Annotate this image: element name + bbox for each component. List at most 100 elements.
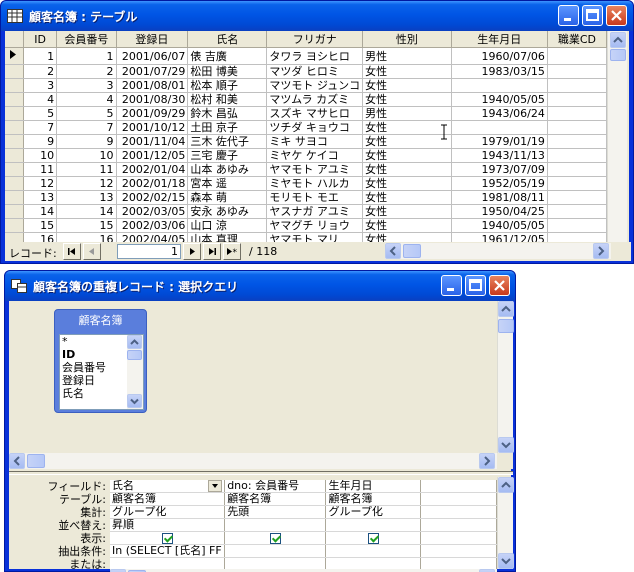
show-checkbox[interactable] xyxy=(161,532,173,544)
grid-cell-criteria[interactable] xyxy=(224,544,327,558)
table-cell[interactable]: 5 xyxy=(56,106,117,121)
table-cell[interactable]: 1950/04/25 xyxy=(451,204,548,219)
table-cell[interactable]: ヤスナガ アユミ xyxy=(266,204,364,219)
grid-cell-sort[interactable] xyxy=(325,518,422,532)
grid-cell-sort[interactable] xyxy=(224,518,327,532)
table-cell[interactable]: 女性 xyxy=(362,162,452,177)
grid-cell-show[interactable] xyxy=(110,531,226,545)
table-cell[interactable]: 松村 和美 xyxy=(187,92,268,107)
table-cell[interactable]: 1960/07/06 xyxy=(451,47,548,65)
table-cell[interactable]: 1 xyxy=(23,47,58,65)
table-cell[interactable]: 13 xyxy=(56,190,117,205)
table-row[interactable]: 7 7 2001/10/12 土田 京子 ツチダ キョウコ 女性 xyxy=(5,120,607,135)
table-cell[interactable] xyxy=(451,120,548,135)
table-cell[interactable]: ヤマグチ リョウ xyxy=(266,218,364,233)
grid-cell-table[interactable]: 顧客名簿 xyxy=(110,492,226,506)
grid-cell-field[interactable]: 生年月日 xyxy=(325,477,422,493)
table-cell[interactable]: 2001/11/04 xyxy=(116,134,189,149)
table-cell[interactable]: 安永 あゆみ xyxy=(187,204,268,219)
table-cell[interactable]: 2 xyxy=(23,64,58,79)
grid-cell-or[interactable] xyxy=(224,557,327,569)
field-list-scrollbar[interactable] xyxy=(127,335,143,409)
record-selector[interactable] xyxy=(5,204,24,219)
table-cell[interactable]: 俵 吉廣 xyxy=(187,47,268,65)
table-cell[interactable]: 9 xyxy=(56,134,117,149)
table-row[interactable]: 5 5 2001/09/29 鈴木 昌弘 スズキ マサヒロ 男性 1943/06/24 xyxy=(5,106,607,121)
grid-cell-total[interactable]: グループ化 xyxy=(110,505,226,519)
table-cell[interactable]: 女性 xyxy=(362,148,452,163)
table-cell[interactable] xyxy=(547,106,607,121)
table-cell[interactable]: 松本 順子 xyxy=(187,78,268,93)
table-pane-vertical-scrollbar[interactable] xyxy=(497,301,514,453)
table-cell[interactable]: 10 xyxy=(56,148,117,163)
table-cell[interactable]: 女性 xyxy=(362,134,452,149)
table-cell[interactable]: 男性 xyxy=(362,47,452,65)
table-cell[interactable]: 1979/01/19 xyxy=(451,134,548,149)
scroll-left-button[interactable] xyxy=(385,243,401,259)
table-cell[interactable]: 7 xyxy=(56,120,117,135)
table-cell[interactable] xyxy=(547,134,607,149)
pane-scroll-up[interactable] xyxy=(498,301,514,317)
table-cell[interactable]: 1973/07/09 xyxy=(451,162,548,177)
table-row[interactable]: 11 11 2002/01/04 山本 あゆみ ヤマモト アユミ 女性 1973/07/09 xyxy=(5,162,607,177)
grid-cell-sort[interactable]: 昇順 xyxy=(110,518,226,532)
grid-cell-table[interactable] xyxy=(420,492,497,506)
table-cell[interactable] xyxy=(547,162,607,177)
table-cell[interactable]: ツチダ キョウコ xyxy=(266,120,364,135)
table-cell[interactable]: 2002/02/15 xyxy=(116,190,189,205)
table-cell[interactable]: 16 xyxy=(56,232,117,242)
table-cell[interactable]: 1981/08/11 xyxy=(451,190,548,205)
table-cell[interactable]: マツムラ カズミ xyxy=(266,92,364,107)
record-selector[interactable] xyxy=(5,190,24,205)
datasheet-horizontal-scrollbar[interactable] xyxy=(385,243,611,259)
record-selector[interactable] xyxy=(5,148,24,163)
design-grid[interactable]: 氏名 dno: 会員番号 生年月日 顧客名簿 顧客名簿 顧客名簿 グループ化 先頭 グループ化昇… xyxy=(110,477,497,569)
field-list-thumb[interactable] xyxy=(127,350,142,360)
field-dropdown-button[interactable] xyxy=(208,481,223,492)
pane-scroll-down[interactable] xyxy=(498,437,514,453)
table-cell[interactable]: 女性 xyxy=(362,78,452,93)
select-all-corner[interactable] xyxy=(5,31,24,48)
table-cell[interactable]: 2001/10/12 xyxy=(116,120,189,135)
table-cell[interactable]: 男性 xyxy=(362,106,452,121)
table-cell[interactable]: 15 xyxy=(56,218,117,233)
datasheet-vertical-scrollbar[interactable] xyxy=(607,31,627,242)
grid-cell-criteria[interactable] xyxy=(325,544,422,558)
last-record-button[interactable] xyxy=(203,243,221,260)
table-cell[interactable]: 2001/08/01 xyxy=(116,78,189,93)
grid-cell-table[interactable]: 顧客名簿 xyxy=(224,492,327,506)
table-cell[interactable]: 2002/01/18 xyxy=(116,176,189,191)
table-pane[interactable]: 顧客名簿 * ID 会員番号 登録日 氏名 xyxy=(9,301,514,469)
table-row[interactable]: 16 16 2002/04/05 山本 真理 ヤマモト マリ 女性 1961/12/05 xyxy=(5,232,607,242)
table-cell[interactable]: ミキ サヨコ xyxy=(266,134,364,149)
column-header[interactable]: 会員番号 xyxy=(56,31,117,48)
column-header[interactable]: 生年月日 xyxy=(451,31,548,48)
table-cell[interactable]: 11 xyxy=(56,162,117,177)
table-cell[interactable]: 5 xyxy=(23,106,58,121)
table-cell[interactable]: 1983/03/15 xyxy=(451,64,548,79)
table-row[interactable]: 3 3 2001/08/01 松本 順子 マツモト ジュンコ 女性 xyxy=(5,78,607,93)
table-cell[interactable]: 3 xyxy=(23,78,58,93)
grid-cell-or[interactable] xyxy=(420,557,497,569)
previous-record-button[interactable] xyxy=(83,243,101,260)
table-cell[interactable]: 1940/05/05 xyxy=(451,218,548,233)
table-cell[interactable]: 4 xyxy=(23,92,58,107)
table-cell[interactable]: 山本 あゆみ xyxy=(187,162,268,177)
table-cell[interactable] xyxy=(547,47,607,65)
scroll-thumb[interactable] xyxy=(610,49,626,61)
table-cell[interactable]: 1943/11/13 xyxy=(451,148,548,163)
query-close-button[interactable] xyxy=(489,275,510,296)
table-cell[interactable]: 鈴木 昌弘 xyxy=(187,106,268,121)
record-selector[interactable] xyxy=(5,162,24,177)
table-cell[interactable]: 1940/05/05 xyxy=(451,92,548,107)
table-row[interactable]: 4 4 2001/08/30 松村 和美 マツムラ カズミ 女性 1940/05/05 xyxy=(5,92,607,107)
grid-cell-or[interactable] xyxy=(325,557,422,569)
table-cell[interactable]: 1 xyxy=(56,47,117,65)
query-minimize-button[interactable] xyxy=(441,275,462,296)
table-cell[interactable] xyxy=(547,78,607,93)
column-header[interactable]: 職業CD xyxy=(547,31,607,48)
first-record-button[interactable] xyxy=(63,243,81,260)
grid-cell-table[interactable]: 顧客名簿 xyxy=(325,492,422,506)
table-row[interactable]: 15 15 2002/03/06 山口 涼ヤマグチ リョウ 女性 1940/05/05 xyxy=(5,218,607,233)
grid-cell-show[interactable] xyxy=(420,531,497,545)
